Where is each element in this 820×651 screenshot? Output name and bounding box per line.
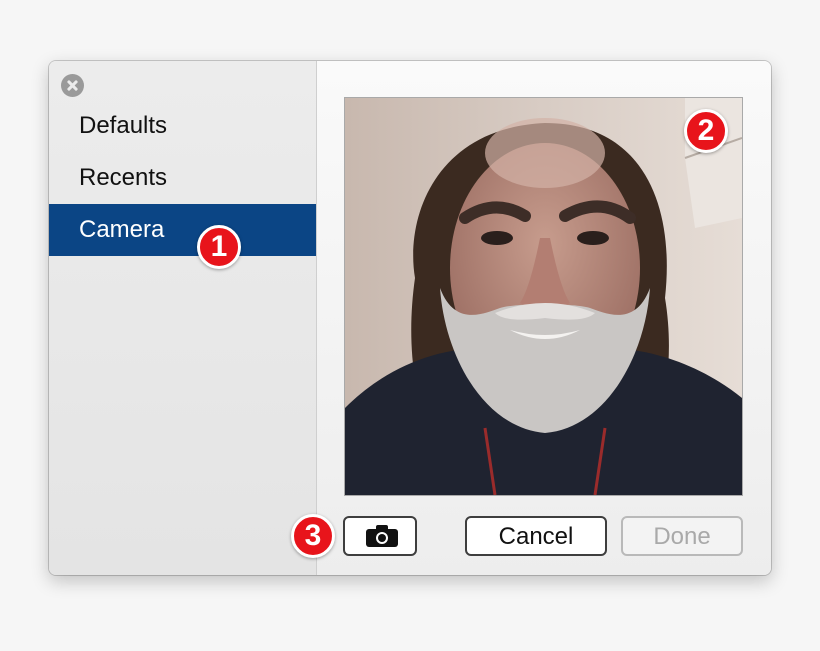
take-photo-button[interactable] [343, 516, 417, 556]
camera-icon [366, 525, 398, 547]
sidebar-item-recents[interactable]: Recents [49, 152, 316, 204]
annotation-badge-3: 3 [291, 514, 335, 558]
camera-preview-image [345, 98, 742, 495]
picture-picker-dialog: Defaults Recents Camera Cancel Done [49, 61, 771, 575]
close-icon[interactable] [61, 74, 84, 97]
sidebar-item-camera[interactable]: Camera [49, 204, 316, 256]
camera-preview[interactable] [344, 97, 743, 496]
done-button[interactable]: Done [621, 516, 743, 556]
annotation-badge-2: 2 [684, 109, 728, 153]
sidebar-item-defaults[interactable]: Defaults [49, 100, 316, 152]
annotation-badge-1: 1 [197, 225, 241, 269]
cancel-button[interactable]: Cancel [465, 516, 607, 556]
sidebar: Defaults Recents Camera [49, 61, 317, 575]
